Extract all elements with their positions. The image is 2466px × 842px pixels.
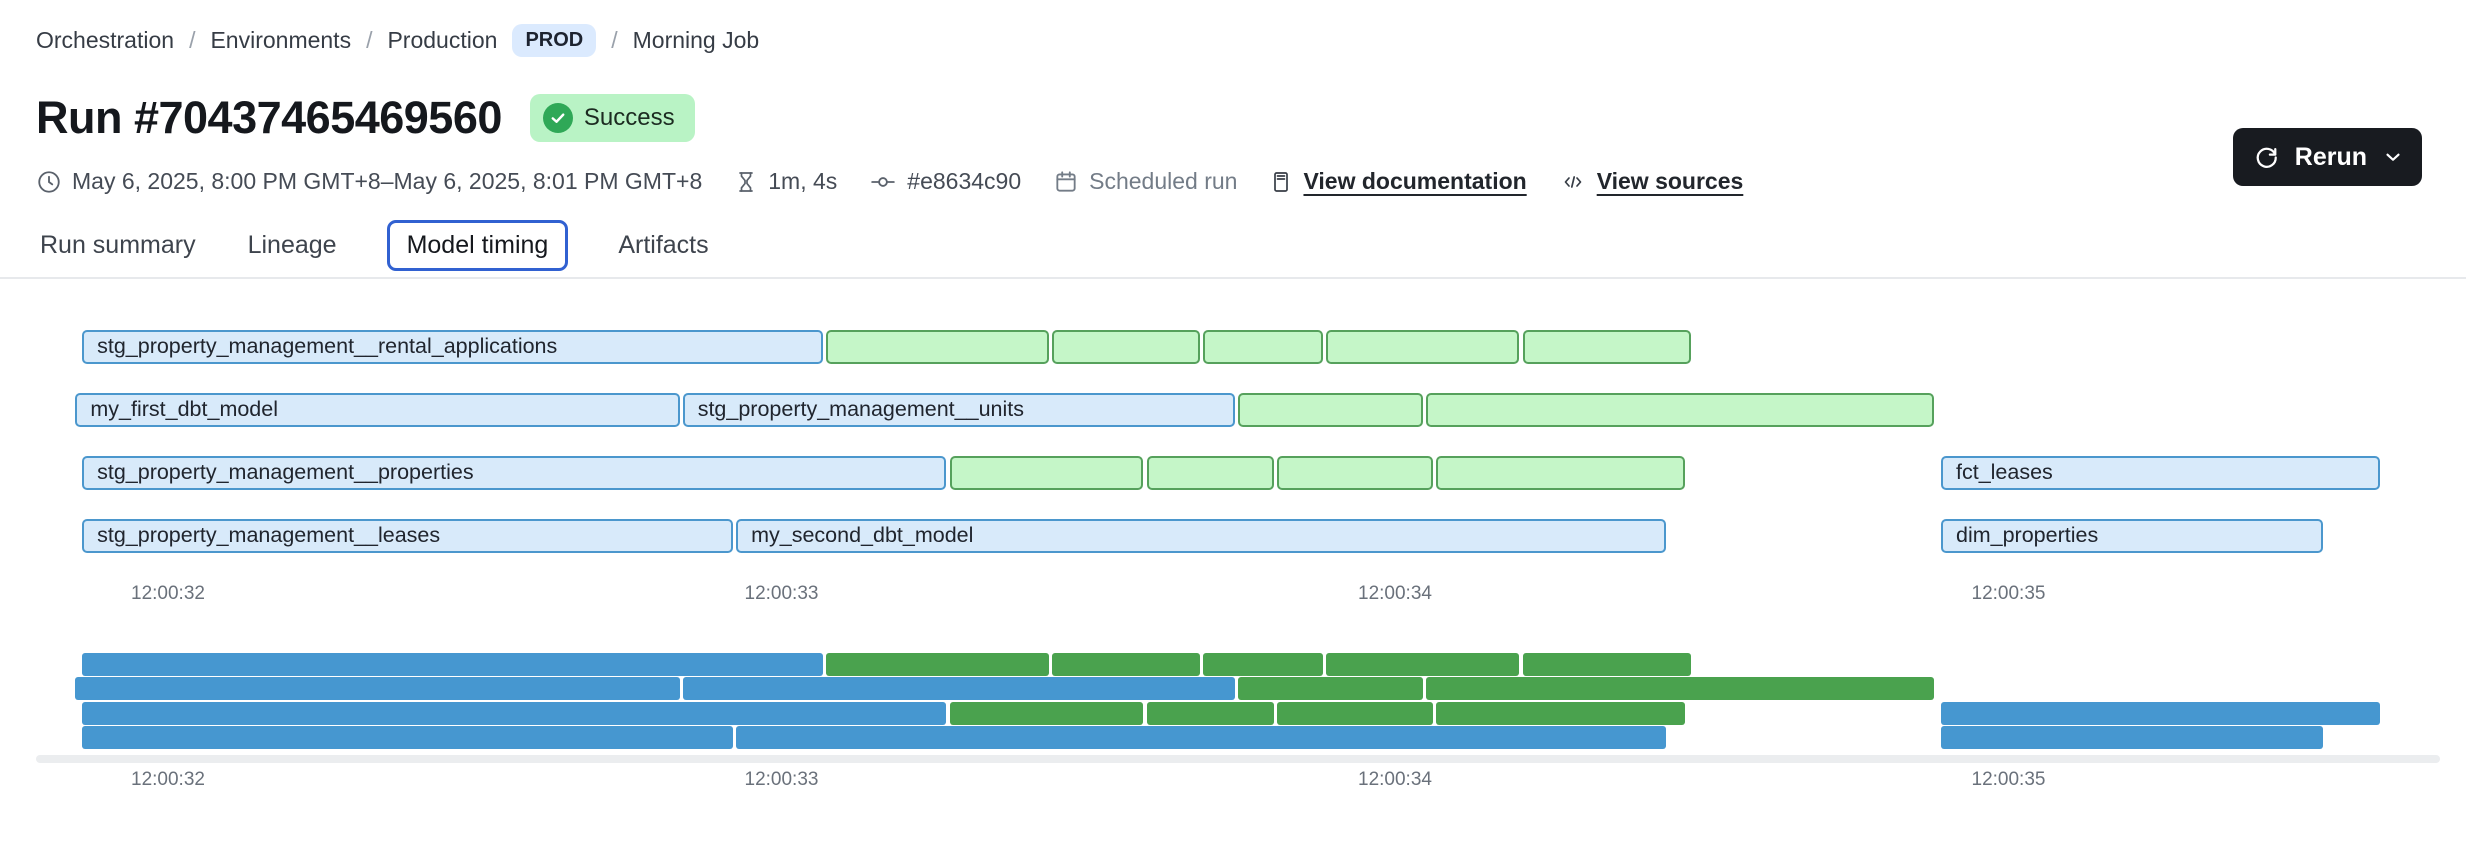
minimap-bar-stg_property_management__leases[interactable] — [82, 726, 733, 749]
tab-lineage[interactable]: Lineage — [246, 221, 339, 270]
status-label: Success — [584, 104, 675, 132]
minimap-bar-stg_property_management__rental_applications[interactable] — [82, 653, 823, 676]
tab-run-summary[interactable]: Run summary — [38, 221, 198, 270]
gantt-bar[interactable] — [1277, 456, 1433, 490]
minimap-bar[interactable] — [1523, 653, 1691, 676]
gantt-bar-stg_property_management__leases[interactable]: stg_property_management__leases — [82, 519, 733, 553]
title-row: Run #70437465469560 Success — [36, 92, 695, 144]
minimap-bar[interactable] — [1203, 653, 1323, 676]
breadcrumb-item-production[interactable]: Production — [387, 27, 497, 54]
gantt-bar-dim_properties[interactable]: dim_properties — [1941, 519, 2323, 553]
gantt-bar[interactable] — [1326, 330, 1519, 364]
gantt-bar[interactable] — [1203, 330, 1323, 364]
run-meta-row: May 6, 2025, 8:00 PM GMT+8–May 6, 2025, … — [36, 168, 1743, 195]
breadcrumb-separator: / — [366, 27, 372, 54]
rerun-button[interactable]: Rerun — [2233, 128, 2422, 186]
gantt-bar[interactable] — [826, 330, 1049, 364]
gantt-bar-stg_property_management__properties[interactable]: stg_property_management__properties — [82, 456, 946, 490]
view-documentation-link[interactable]: View documentation — [1269, 168, 1526, 195]
breadcrumb-item-environments[interactable]: Environments — [210, 27, 351, 54]
breadcrumb: Orchestration / Environments / Production PRO… — [36, 24, 759, 57]
tab-bar: Run summary Lineage Model timing Artifacts — [38, 220, 711, 271]
tab-model-timing[interactable]: Model timing — [387, 220, 569, 271]
minimap-bar[interactable] — [950, 702, 1144, 725]
clock-icon — [36, 169, 62, 195]
gantt-bar-stg_property_management__rental_applications[interactable]: stg_property_management__rental_applicat… — [82, 330, 823, 364]
time-tick-label: 12:00:32 — [131, 583, 205, 605]
time-tick-label: 12:00:33 — [745, 583, 819, 605]
minimap-bar[interactable] — [1426, 677, 1934, 700]
minimap-bar-dim_properties[interactable] — [1941, 726, 2323, 749]
breadcrumb-item-morning-job[interactable]: Morning Job — [633, 27, 760, 54]
hourglass-icon — [734, 169, 758, 195]
minimap-bar-fct_leases[interactable] — [1941, 702, 2380, 725]
minimap-bar-stg_property_management__units[interactable] — [683, 677, 1235, 700]
time-tick-label: 12:00:35 — [1972, 583, 2046, 605]
status-badge: Success — [530, 94, 695, 142]
time-tick-label: 12:00:34 — [1358, 583, 1432, 605]
minimap-bar[interactable] — [1277, 702, 1433, 725]
breadcrumb-item-orchestration[interactable]: Orchestration — [36, 27, 174, 54]
gantt-bar[interactable] — [1052, 330, 1200, 364]
gantt-bar[interactable] — [1238, 393, 1423, 427]
minimap-bar[interactable] — [1147, 702, 1275, 725]
breadcrumb-separator: / — [189, 27, 195, 54]
minimap-bar[interactable] — [1326, 653, 1519, 676]
chevron-down-icon — [2382, 146, 2404, 168]
minimap-bar-my_second_dbt_model[interactable] — [736, 726, 1666, 749]
minimap-bar[interactable] — [1436, 702, 1685, 725]
minimap-scroll-track[interactable] — [36, 755, 2440, 763]
gantt-bar-my_second_dbt_model[interactable]: my_second_dbt_model — [736, 519, 1666, 553]
gantt-bar[interactable] — [1436, 456, 1685, 490]
time-tick-label: 12:00:32 — [131, 769, 205, 791]
view-sources-link[interactable]: View sources — [1559, 168, 1744, 195]
tab-bar-divider — [0, 277, 2466, 279]
gantt-bar[interactable] — [1523, 330, 1691, 364]
gantt-bar[interactable] — [950, 456, 1144, 490]
breadcrumb-separator: / — [611, 27, 617, 54]
minimap-bar-stg_property_management__properties[interactable] — [82, 702, 946, 725]
time-tick-label: 12:00:35 — [1972, 769, 2046, 791]
rerun-label: Rerun — [2295, 143, 2367, 172]
gantt-bar[interactable] — [1147, 456, 1275, 490]
time-tick-label: 12:00:34 — [1358, 769, 1432, 791]
commit-sha: #e8634c90 — [869, 168, 1021, 195]
run-page: Orchestration / Environments / Production PRO… — [0, 0, 2466, 842]
gantt-bar-fct_leases[interactable]: fct_leases — [1941, 456, 2380, 490]
run-dates: May 6, 2025, 8:00 PM GMT+8–May 6, 2025, … — [36, 168, 702, 195]
gantt-bar-stg_property_management__units[interactable]: stg_property_management__units — [683, 393, 1235, 427]
refresh-icon — [2253, 144, 2280, 171]
minimap-bar[interactable] — [826, 653, 1049, 676]
minimap-bar[interactable] — [1238, 677, 1423, 700]
success-check-icon — [543, 103, 573, 133]
calendar-icon — [1053, 169, 1079, 195]
code-icon — [1559, 170, 1587, 194]
document-icon — [1269, 169, 1293, 195]
commit-icon — [869, 169, 897, 195]
page-title: Run #70437465469560 — [36, 92, 502, 144]
gantt-bar[interactable] — [1426, 393, 1934, 427]
minimap-bar-my_first_dbt_model[interactable] — [75, 677, 679, 700]
gantt-bar-my_first_dbt_model[interactable]: my_first_dbt_model — [75, 393, 679, 427]
tab-artifacts[interactable]: Artifacts — [616, 221, 710, 270]
time-tick-label: 12:00:33 — [745, 769, 819, 791]
run-duration: 1m, 4s — [734, 168, 837, 195]
trigger-type: Scheduled run — [1053, 168, 1237, 195]
minimap-bar[interactable] — [1052, 653, 1200, 676]
env-badge: PROD — [512, 24, 596, 57]
